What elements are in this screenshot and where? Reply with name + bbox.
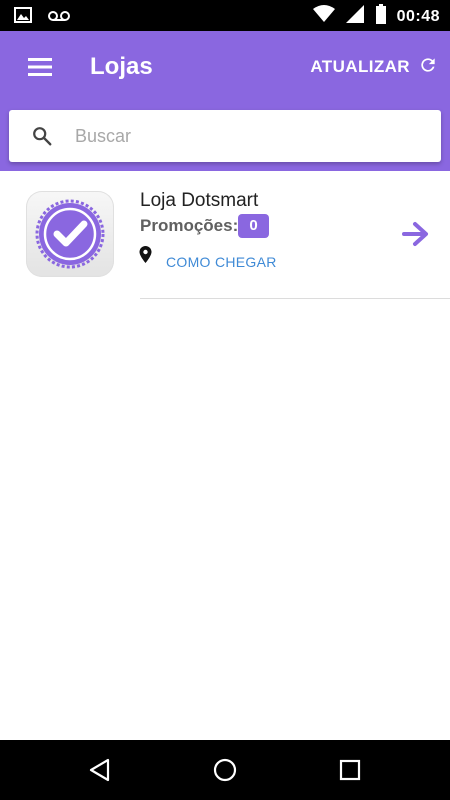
battery-icon xyxy=(375,4,387,29)
recents-icon[interactable] xyxy=(339,759,361,786)
promotions-label: Promoções: xyxy=(140,216,239,235)
refresh-button[interactable]: ATUALIZAR xyxy=(310,53,438,81)
search-icon xyxy=(31,125,53,147)
arrow-right-icon[interactable] xyxy=(402,221,430,252)
refresh-label: ATUALIZAR xyxy=(310,57,410,76)
status-right-icons: 00:48 xyxy=(312,4,440,29)
back-icon[interactable] xyxy=(88,758,112,787)
voicemail-icon xyxy=(48,9,70,27)
promotions-count-badge: 0 xyxy=(238,214,269,238)
directions-link[interactable]: COMO CHEGAR xyxy=(166,254,277,270)
status-left-icons xyxy=(14,7,70,28)
home-icon[interactable] xyxy=(213,758,237,787)
search-input[interactable] xyxy=(75,118,425,154)
store-name: Loja Dotsmart xyxy=(140,190,259,211)
signal-icon xyxy=(345,4,365,29)
list-item[interactable]: Loja Dotsmart Promoções: 0 COMO CHEGAR xyxy=(0,171,450,301)
status-bar: 00:48 xyxy=(0,0,450,31)
divider xyxy=(140,298,450,299)
app-bar: Lojas ATUALIZAR xyxy=(0,31,450,171)
image-icon xyxy=(14,7,32,28)
page-title: Lojas xyxy=(90,53,153,80)
wifi-icon xyxy=(312,5,335,28)
status-time: 00:48 xyxy=(396,7,440,25)
search-box xyxy=(9,110,441,162)
store-logo xyxy=(26,191,114,277)
system-nav-bar xyxy=(0,740,450,800)
menu-button[interactable] xyxy=(22,53,58,81)
location-pin-icon xyxy=(139,246,152,269)
refresh-icon xyxy=(418,55,438,80)
